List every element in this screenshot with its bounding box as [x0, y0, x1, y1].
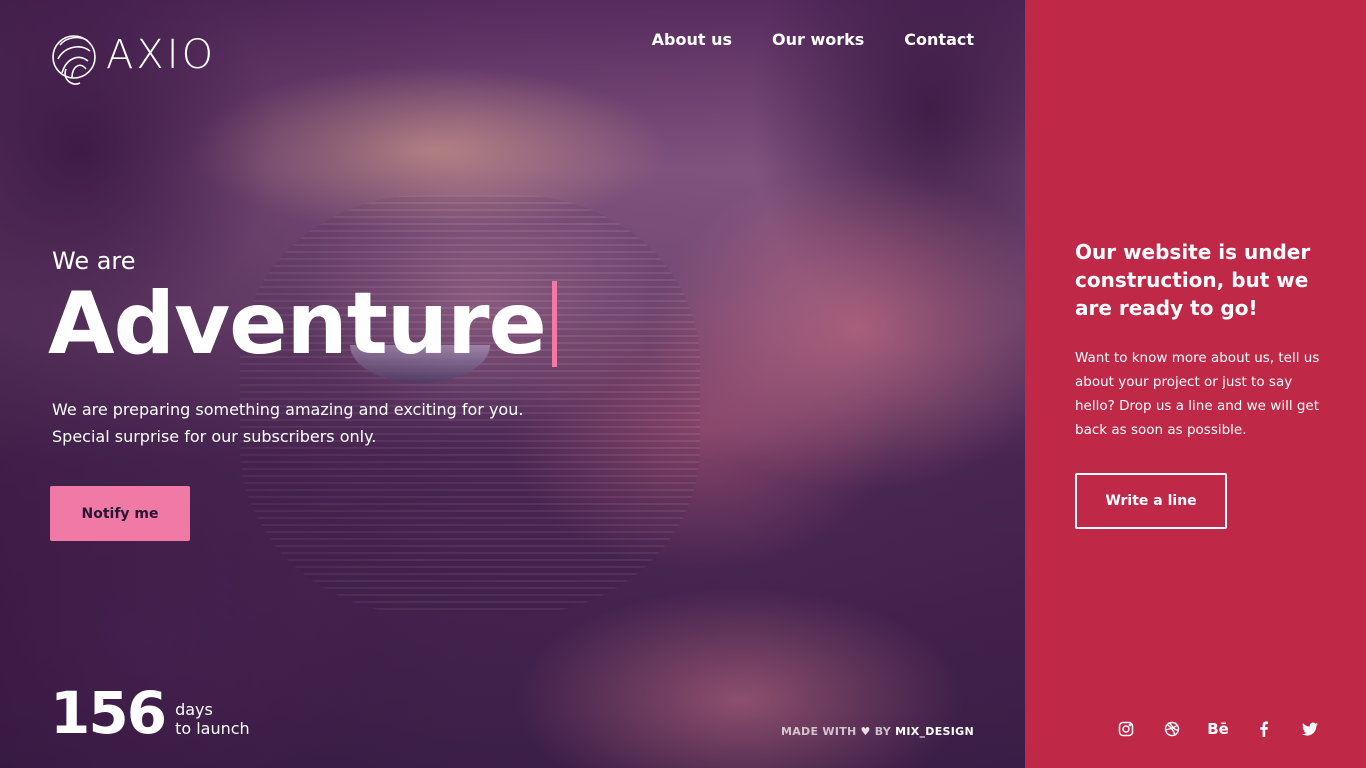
panel-title: Our website is under construction, but w…	[1075, 240, 1311, 320]
social-links: Bē	[1117, 718, 1319, 740]
footer-credit: MADE WITH ♥ BY MIX_DESIGN	[781, 725, 974, 738]
nav-about-us[interactable]: About us	[652, 30, 732, 50]
panel-description: Want to know more about us, tell us abou…	[1075, 350, 1320, 438]
write-a-line-button[interactable]: Write a line	[1075, 473, 1227, 529]
brand-name: AXIO	[106, 32, 217, 78]
contact-panel: Our website is under construction, but w…	[1025, 0, 1366, 768]
brand-logo[interactable]: AXIO	[50, 29, 216, 89]
countdown-label: days to launch	[175, 700, 250, 742]
countdown-label-days: days	[175, 700, 213, 719]
countdown-days-number: 156	[50, 679, 167, 747]
twitter-icon[interactable]	[1301, 718, 1319, 740]
countdown-label-to-launch: to launch	[175, 719, 250, 738]
credit-brand-link[interactable]: MIX_DESIGN	[895, 725, 974, 738]
hero-overlay	[0, 0, 1025, 768]
behance-icon[interactable]: Bē	[1207, 718, 1229, 740]
hero-headline: Adventure	[48, 276, 557, 372]
nav-our-works[interactable]: Our works	[772, 30, 864, 50]
hero-background-image	[0, 0, 1025, 768]
facebook-icon[interactable]	[1255, 718, 1273, 740]
typing-cursor	[551, 281, 557, 367]
instagram-icon[interactable]	[1117, 718, 1135, 740]
credit-made-with: MADE WITH	[780, 725, 857, 738]
hero-headline-text: Adventure	[48, 274, 547, 374]
notify-me-button[interactable]: Notify me	[50, 486, 190, 541]
hero-tagline: We are preparing something amazing and e…	[52, 400, 524, 446]
hero-intro: We are	[52, 247, 136, 275]
nav-contact[interactable]: Contact	[904, 30, 974, 50]
launch-countdown: 156 days to launch	[50, 684, 250, 742]
main-nav: About us Our works Contact	[652, 30, 974, 50]
credit-by: BY	[874, 725, 892, 738]
axio-logo-icon	[52, 35, 96, 85]
heart-icon: ♥	[860, 725, 871, 738]
dribbble-icon[interactable]	[1163, 718, 1181, 740]
